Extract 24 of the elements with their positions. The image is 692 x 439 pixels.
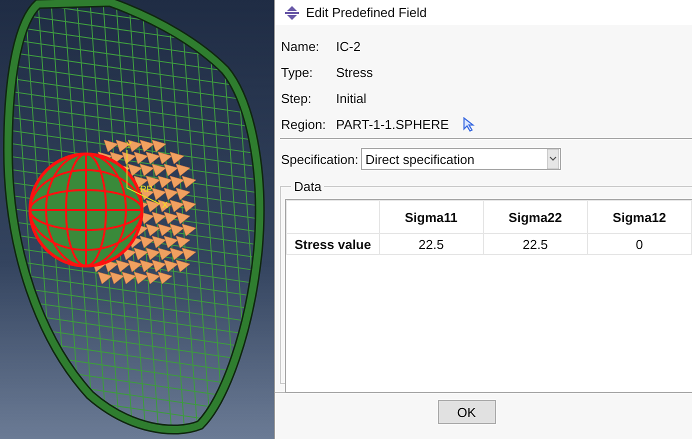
column-header: Sigma11 [379,200,484,234]
field-label: Step: [281,90,312,106]
field-label: Type: [281,64,314,80]
dialog-icon [285,6,299,20]
field-value: IC-2 [336,38,361,54]
field-value: Initial [336,90,366,106]
ok-button[interactable]: OK [438,400,496,424]
axis-label: X [162,200,168,210]
field-value: PART-1-1.SPHERE [336,116,449,132]
table-cell[interactable]: 0 [587,234,692,254]
group-label: Data [291,179,324,194]
table-cell[interactable]: 22.5 [483,234,588,254]
specification-label: Specification: [281,152,358,166]
cursor-arrow-icon[interactable] [462,116,475,132]
field-label: Name: [281,38,320,54]
dialog-title: Edit Predefined Field [306,5,427,20]
caret-icon [547,149,560,169]
field-value: Stress [336,64,373,80]
specification-dropdown[interactable]: Direct specification [361,148,562,170]
column-header: Sigma22 [483,200,588,234]
row-header: Stress value [286,234,380,254]
field-label: Region: [281,116,327,132]
table-cell[interactable]: 22.5 [379,234,484,254]
column-header: Sigma12 [587,200,692,234]
